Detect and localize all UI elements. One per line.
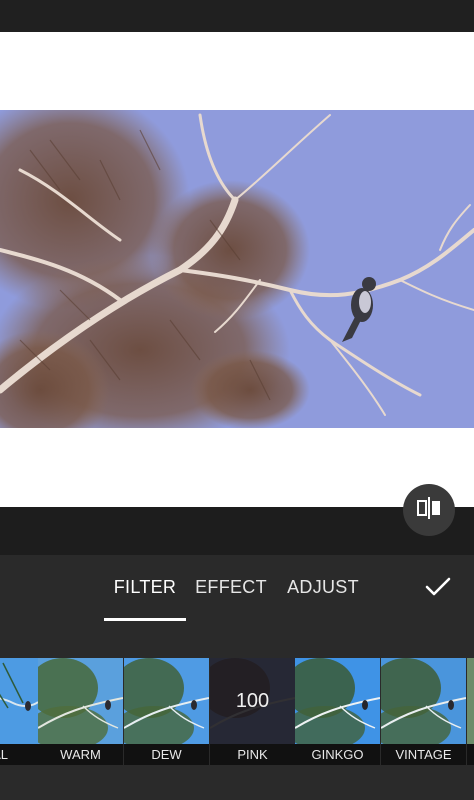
tab-effect[interactable]: EFFECT bbox=[194, 577, 268, 598]
filter-label: WARM bbox=[38, 744, 123, 765]
compare-button[interactable] bbox=[403, 484, 455, 536]
filter-thumbnail bbox=[381, 658, 466, 744]
edit-tabs: FILTER EFFECT ADJUST bbox=[0, 555, 474, 623]
filter-item-natural[interactable]: RAL bbox=[0, 658, 38, 765]
filter-thumbnail bbox=[38, 658, 123, 744]
filter-thumbnail bbox=[295, 658, 380, 744]
apply-button[interactable] bbox=[420, 571, 456, 607]
filter-thumbnail bbox=[467, 658, 474, 744]
filter-thumbnail bbox=[0, 658, 38, 744]
filter-item-vintage[interactable]: VINTAGE bbox=[381, 658, 466, 765]
status-bar bbox=[0, 0, 474, 32]
photo-editor-screen: FILTER EFFECT ADJUST L WARM DEW 100 PINK… bbox=[0, 0, 474, 800]
selected-filter-overlay: 100 bbox=[210, 658, 295, 744]
filter-label bbox=[467, 744, 474, 765]
filter-intensity-value[interactable]: 100 bbox=[236, 690, 269, 713]
filter-item-ginkgo[interactable]: GINKGO bbox=[295, 658, 380, 765]
filter-strip[interactable]: RAL WARM bbox=[0, 658, 474, 765]
filter-thumbnail bbox=[124, 658, 209, 744]
edit-panel: FILTER EFFECT ADJUST L WARM DEW 100 PINK… bbox=[0, 555, 474, 800]
compare-split-icon bbox=[415, 496, 443, 525]
tab-adjust[interactable]: ADJUST bbox=[284, 577, 362, 598]
filter-item-pink[interactable]: 100 PINK bbox=[210, 658, 295, 765]
tab-filter[interactable]: FILTER bbox=[104, 577, 186, 598]
filter-label: VINTAGE bbox=[381, 744, 466, 765]
filter-label: DEW bbox=[124, 744, 209, 765]
filter-label: RAL bbox=[0, 744, 38, 765]
filter-thumbnail: 100 bbox=[210, 658, 295, 744]
filter-item-warm[interactable]: WARM bbox=[38, 658, 123, 765]
filter-label: PINK bbox=[210, 744, 295, 765]
filter-item-next[interactable] bbox=[467, 658, 474, 765]
edited-photo bbox=[0, 110, 474, 428]
active-tab-indicator bbox=[104, 618, 186, 621]
filter-label: GINKGO bbox=[295, 744, 380, 765]
checkmark-icon bbox=[425, 577, 451, 602]
filter-item-dew[interactable]: DEW bbox=[124, 658, 209, 765]
image-canvas bbox=[0, 32, 474, 507]
